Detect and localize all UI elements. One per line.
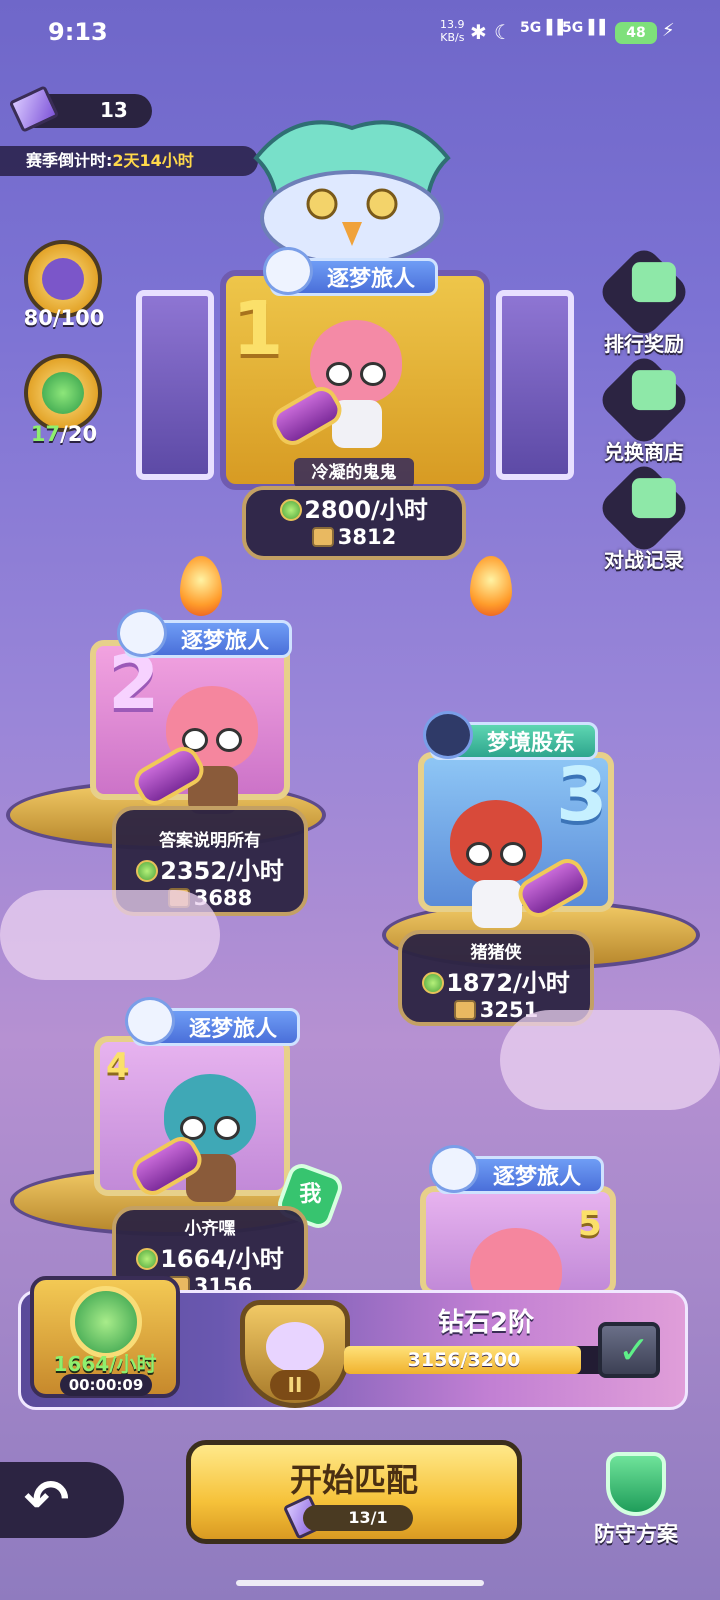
bluetooth-icon: ✱ bbox=[470, 20, 487, 44]
podium-1-title: 逐梦旅人 bbox=[263, 247, 439, 296]
podium-3-name: 猪猪侠 bbox=[470, 943, 522, 963]
podium-1-rate: 2800/小时 bbox=[246, 490, 462, 525]
rank-emblem-icon: II bbox=[224, 1288, 364, 1412]
check-icon: ✓ bbox=[618, 1328, 650, 1372]
gift-icon bbox=[595, 243, 693, 341]
podium-1-name: 冷凝的鬼鬼 bbox=[294, 458, 414, 488]
charging-icon: ⚡ bbox=[662, 20, 675, 41]
rank-rewards-button[interactable]: 排行奖励 bbox=[594, 243, 694, 357]
shop-icon bbox=[595, 351, 693, 449]
win-coin-icon bbox=[422, 972, 445, 994]
win-coin-icon bbox=[280, 499, 303, 521]
podium-2-title: 逐梦旅人 bbox=[117, 609, 293, 658]
net-speed-value: 13.9 bbox=[440, 18, 465, 31]
back-button[interactable]: ↶ bbox=[0, 1462, 124, 1538]
income-rate: 1664/小时 bbox=[53, 1352, 157, 1376]
record-icon bbox=[595, 459, 693, 557]
cloud-decoration bbox=[500, 1010, 720, 1110]
season-countdown-label: 赛季倒计时: bbox=[26, 151, 113, 170]
home-indicator[interactable] bbox=[236, 1580, 484, 1586]
podium-2-name: 答案说明所有 bbox=[159, 831, 261, 851]
season-countdown: 赛季倒计时:2天14小时 bbox=[0, 146, 258, 176]
rank-4-number: 4 bbox=[106, 1046, 130, 1086]
net-speed: 13.9 KB/s bbox=[440, 18, 465, 44]
shield-icon bbox=[606, 1452, 666, 1516]
thruster-flame-icon bbox=[180, 556, 222, 616]
win-coin-icon bbox=[136, 1248, 159, 1270]
win-coin-icon bbox=[136, 860, 159, 882]
podium-5-title: 逐梦旅人 bbox=[429, 1145, 605, 1194]
income-timer: 00:00:09 bbox=[60, 1374, 152, 1396]
moon-icon: ☾ bbox=[494, 20, 512, 44]
rank-1-number: 1 bbox=[232, 286, 284, 372]
thruster-flame-icon bbox=[470, 556, 512, 616]
status-bar: 9:13 13.9 KB/s ✱ ☾ 5G▐▐ 5G▐▐ 48 ⚡ bbox=[0, 0, 720, 64]
rank-tier-roman: II bbox=[270, 1370, 320, 1400]
start-match-cost: 13/1 bbox=[303, 1505, 413, 1531]
ticket-icon bbox=[8, 85, 60, 133]
podium-1-stats: 2800/小时 3812 bbox=[242, 486, 466, 560]
rank-progress-bar: 3156/3200 bbox=[344, 1346, 634, 1374]
moon-badge-icon bbox=[423, 711, 473, 759]
rank-3-number: 3 bbox=[556, 752, 608, 838]
throne-wing-right bbox=[496, 290, 574, 480]
mascot-icon bbox=[125, 997, 175, 1045]
income-card[interactable]: 1664/小时 00:00:09 bbox=[30, 1276, 180, 1398]
reward-chest-icon[interactable]: ✓ bbox=[598, 1322, 660, 1378]
podium-3-rate: 1872/小时 bbox=[402, 963, 590, 998]
season-countdown-value: 2天14小时 bbox=[112, 151, 194, 170]
podium-1-score: 3812 bbox=[246, 525, 462, 549]
rank-progress-text: 3156/3200 bbox=[407, 1349, 521, 1371]
start-match-button[interactable]: 开始匹配 13/1 bbox=[186, 1440, 522, 1544]
rank-title: 钻石2阶 bbox=[437, 1308, 535, 1338]
throne-wing-left bbox=[136, 290, 214, 480]
cloud-decoration bbox=[0, 890, 220, 980]
ticket-counter: 13 bbox=[8, 85, 152, 133]
start-match-label: 开始匹配 bbox=[289, 1461, 418, 1499]
podium-2-rate: 2352/小时 bbox=[116, 851, 304, 886]
podium-3-title: 梦境股东 bbox=[423, 711, 599, 760]
status-time: 9:13 bbox=[48, 18, 108, 46]
podium-4-title: 逐梦旅人 bbox=[125, 997, 301, 1046]
ticket-progress: 80/100 bbox=[23, 306, 105, 330]
owl-crown-icon bbox=[236, 118, 468, 268]
defense-plan-label: 防守方案 bbox=[594, 1522, 678, 1546]
signal-5g-icon-2: 5G▐▐ bbox=[562, 20, 605, 36]
podium-4-name: 小齐嘿 bbox=[184, 1219, 236, 1239]
battle-record-button[interactable]: 对战记录 bbox=[594, 459, 694, 573]
mascot-icon bbox=[263, 247, 313, 295]
win-progress: 17/20 bbox=[30, 422, 98, 446]
mascot-icon bbox=[429, 1145, 479, 1193]
battery-icon: 48 bbox=[615, 22, 657, 44]
ticket-count: 13 bbox=[100, 98, 128, 122]
podium-4-rate: 1664/小时 bbox=[116, 1239, 304, 1274]
crate-icon bbox=[453, 1000, 476, 1020]
net-speed-unit: KB/s bbox=[440, 31, 465, 44]
back-arrow-icon: ↶ bbox=[24, 1468, 70, 1531]
rank-5-number: 5 bbox=[578, 1204, 602, 1244]
crate-icon bbox=[311, 527, 334, 547]
exchange-shop-button[interactable]: 兑换商店 bbox=[594, 351, 694, 465]
win-coin-icon[interactable] bbox=[24, 354, 102, 432]
signal-5g-icon: 5G▐▐ bbox=[520, 20, 563, 36]
mascot-icon bbox=[117, 609, 167, 657]
defense-plan-button[interactable]: 防守方案 bbox=[576, 1452, 696, 1548]
